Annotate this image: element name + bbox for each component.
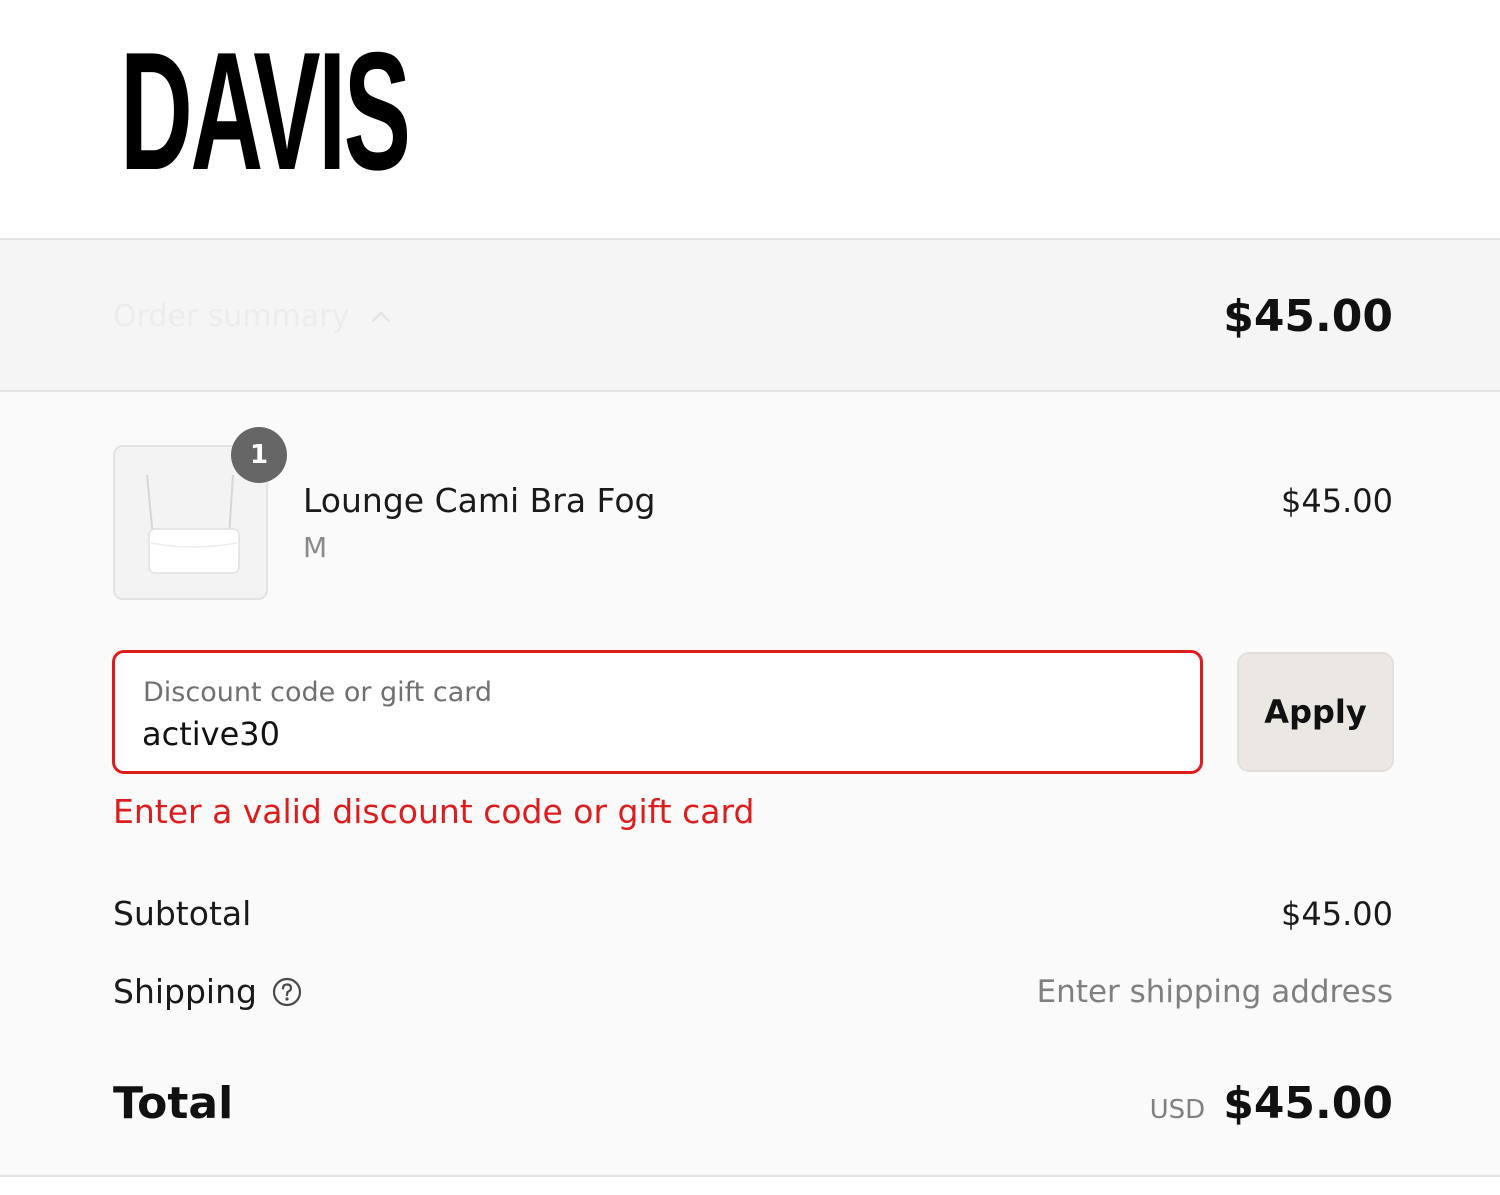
discount-error-message: Enter a valid discount code or gift card [113,792,755,831]
item-price: $45.00 [1281,482,1393,520]
quantity-badge: 1 [231,427,287,483]
item-name: Lounge Cami Bra Fog [303,481,656,520]
shipping-row: Shipping [113,969,303,1015]
total-value: $45.00 [1223,1078,1393,1129]
shipping-label: Shipping [113,972,257,1011]
order-summary-label: Order summary [113,299,350,334]
discount-input[interactable] [142,713,1142,755]
brand-logo[interactable]: DAVIS [120,27,411,195]
chevron-up-icon [367,303,395,331]
currency-code: USD [1149,1095,1206,1125]
product-image [146,474,240,574]
item-variant: M [303,531,328,564]
discount-field[interactable]: Discount code or gift card [112,650,1203,774]
subtotal-label: Subtotal [113,894,252,933]
total-label: Total [113,1078,234,1129]
total-value-group: USD $45.00 [1150,1074,1393,1134]
subtotal-value: $45.00 [1281,895,1393,933]
apply-button[interactable]: Apply [1237,652,1394,772]
question-circle-icon[interactable] [271,976,303,1008]
header: DAVIS [0,0,1500,238]
shipping-value: Enter shipping address [1036,974,1393,1010]
discount-field-label: Discount code or gift card [143,677,493,708]
order-summary-toggle[interactable]: Order summary [113,292,395,342]
order-summary-total: $45.00 [1223,291,1393,342]
